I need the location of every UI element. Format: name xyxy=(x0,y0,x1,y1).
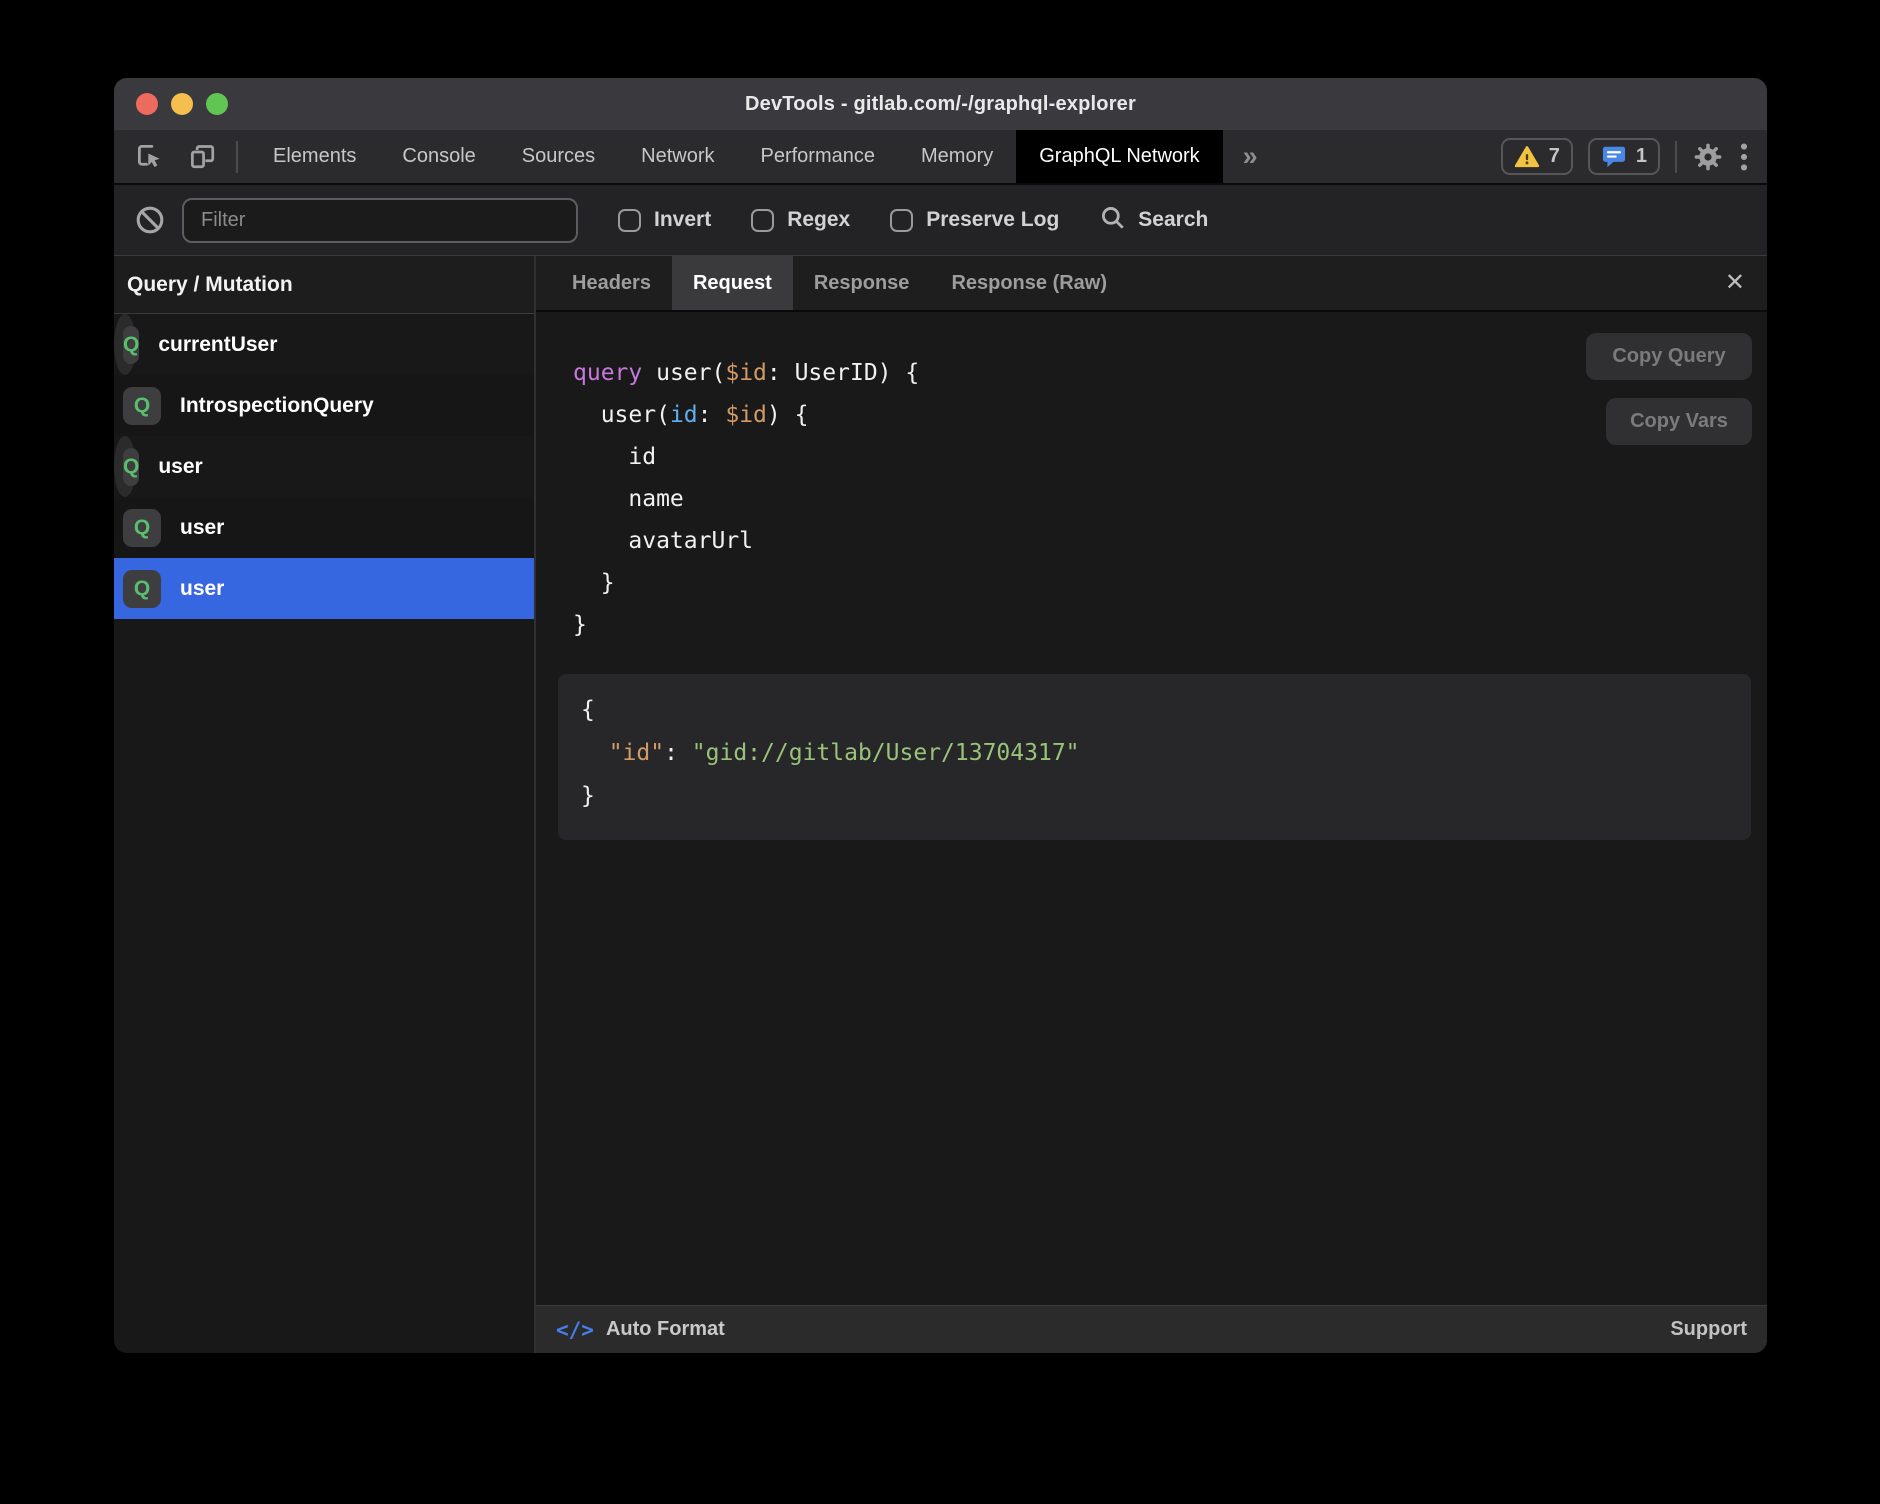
copy-query-button[interactable]: Copy Query xyxy=(1586,333,1752,380)
devtools-window: DevTools - gitlab.com/-/graphql-explorer… xyxy=(114,78,1767,1353)
query-list-item[interactable]: Quser xyxy=(114,497,534,558)
code-line: query user($id: UserID) { xyxy=(573,352,919,394)
request-body: Copy Query Copy Vars query user($id: Use… xyxy=(536,312,1767,1305)
code-line: user(id: $id) { xyxy=(573,394,919,436)
filter-checkboxes: Invert Regex Preserve Log xyxy=(618,208,1059,232)
warning-count: 7 xyxy=(1549,145,1560,168)
variables-code: { "id": "gid://gitlab/User/13704317"} xyxy=(581,689,1751,818)
query-list-item[interactable]: QcurrentUser xyxy=(114,314,136,375)
tab-network[interactable]: Network xyxy=(618,130,737,183)
content-area: Query / Mutation QcurrentUserQIntrospect… xyxy=(114,256,1767,1353)
query-list-item[interactable]: Quser xyxy=(114,436,136,497)
tab-response[interactable]: Response xyxy=(793,256,931,310)
checkbox-icon[interactable] xyxy=(890,209,913,232)
close-window-button[interactable] xyxy=(136,93,158,115)
traffic-lights xyxy=(136,78,228,130)
code-line: name xyxy=(573,478,919,520)
variables-box: { "id": "gid://gitlab/User/13704317"} xyxy=(558,674,1751,840)
filter-bar: Invert Regex Preserve Log Search xyxy=(114,185,1767,256)
tab-request[interactable]: Request xyxy=(672,256,793,310)
window-title: DevTools - gitlab.com/-/graphql-explorer xyxy=(114,93,1767,116)
tab-performance[interactable]: Performance xyxy=(738,130,899,183)
code-line: id xyxy=(573,436,919,478)
filter-input[interactable] xyxy=(182,198,578,243)
messages-badge[interactable]: 1 xyxy=(1588,138,1660,175)
code-line: { xyxy=(581,689,1751,732)
warnings-badge[interactable]: 7 xyxy=(1501,138,1573,175)
auto-format-label: Auto Format xyxy=(606,1318,725,1341)
checkbox-label: Preserve Log xyxy=(926,208,1059,232)
message-count: 1 xyxy=(1636,145,1647,168)
code-line: } xyxy=(581,775,1751,818)
search-label: Search xyxy=(1138,208,1208,232)
checkbox-icon[interactable] xyxy=(751,209,774,232)
checkbox-preserve-log[interactable]: Preserve Log xyxy=(890,208,1059,232)
settings-gear-icon[interactable] xyxy=(1692,141,1724,173)
footer-bar: </> Auto Format Support xyxy=(536,1305,1767,1353)
auto-format-button[interactable]: </> Auto Format xyxy=(556,1318,725,1342)
checkbox-label: Invert xyxy=(654,208,711,232)
checkbox-icon[interactable] xyxy=(618,209,641,232)
query-list-item[interactable]: Quser xyxy=(114,558,534,619)
message-icon xyxy=(1601,144,1627,170)
code-line: } xyxy=(573,562,919,604)
query-name: user xyxy=(180,577,224,601)
sidebar: Query / Mutation QcurrentUserQIntrospect… xyxy=(114,256,536,1353)
checkbox-regex[interactable]: Regex xyxy=(751,208,850,232)
checkbox-label: Regex xyxy=(787,208,850,232)
more-tabs-icon[interactable]: » xyxy=(1223,130,1278,183)
tab-graphql-network[interactable]: GraphQL Network xyxy=(1016,130,1222,183)
support-link[interactable]: Support xyxy=(1670,1318,1747,1341)
graphql-query-code: query user($id: UserID) { user(id: $id) … xyxy=(573,352,919,646)
titlebar: DevTools - gitlab.com/-/graphql-explorer xyxy=(114,78,1767,130)
checkbox-invert[interactable]: Invert xyxy=(618,208,711,232)
tab-console[interactable]: Console xyxy=(379,130,498,183)
query-list: QcurrentUserQIntrospectionQueryQuserQuse… xyxy=(114,314,534,619)
tab-response-raw[interactable]: Response (Raw) xyxy=(930,256,1128,310)
clear-filter-icon[interactable] xyxy=(134,204,166,236)
code-line: } xyxy=(573,604,919,646)
tab-memory[interactable]: Memory xyxy=(898,130,1016,183)
search-icon xyxy=(1099,204,1127,237)
zoom-window-button[interactable] xyxy=(206,93,228,115)
query-type-badge: Q xyxy=(123,570,161,608)
query-name: IntrospectionQuery xyxy=(180,394,374,418)
main-tabs: ElementsConsoleSourcesNetworkPerformance… xyxy=(250,130,1223,183)
query-name: user xyxy=(158,455,202,479)
minimize-window-button[interactable] xyxy=(171,93,193,115)
request-tabs: HeadersRequestResponseResponse (Raw) xyxy=(551,256,1128,310)
copy-vars-button[interactable]: Copy Vars xyxy=(1606,398,1752,445)
tab-elements[interactable]: Elements xyxy=(250,130,379,183)
more-menu-icon[interactable] xyxy=(1739,141,1749,173)
query-type-badge: Q xyxy=(123,387,161,425)
toolbar-divider xyxy=(1675,141,1677,173)
close-panel-icon[interactable]: ✕ xyxy=(1719,267,1751,299)
code-line: "id": "gid://gitlab/User/13704317" xyxy=(581,732,1751,775)
inspect-element-icon[interactable] xyxy=(134,141,165,172)
devtools-tab-bar: ElementsConsoleSourcesNetworkPerformance… xyxy=(114,130,1767,185)
query-type-badge: Q xyxy=(123,509,161,547)
request-panel: HeadersRequestResponseResponse (Raw) ✕ C… xyxy=(536,256,1767,1353)
sidebar-header: Query / Mutation xyxy=(114,256,534,314)
query-name: user xyxy=(180,516,224,540)
query-name: currentUser xyxy=(158,333,277,357)
device-toolbar-icon[interactable] xyxy=(187,141,218,172)
code-line: avatarUrl xyxy=(573,520,919,562)
tab-headers[interactable]: Headers xyxy=(551,256,672,310)
query-type-badge: Q xyxy=(123,326,139,364)
query-type-badge: Q xyxy=(123,448,139,486)
code-brackets-icon: </> xyxy=(556,1318,594,1342)
tab-sources[interactable]: Sources xyxy=(499,130,618,183)
query-list-item[interactable]: Q IntrospectionQuery xyxy=(114,375,534,436)
toolbar-divider xyxy=(236,141,238,173)
request-tab-bar: HeadersRequestResponseResponse (Raw) ✕ xyxy=(536,256,1767,312)
warning-icon xyxy=(1514,144,1540,170)
search-button[interactable]: Search xyxy=(1099,204,1208,237)
